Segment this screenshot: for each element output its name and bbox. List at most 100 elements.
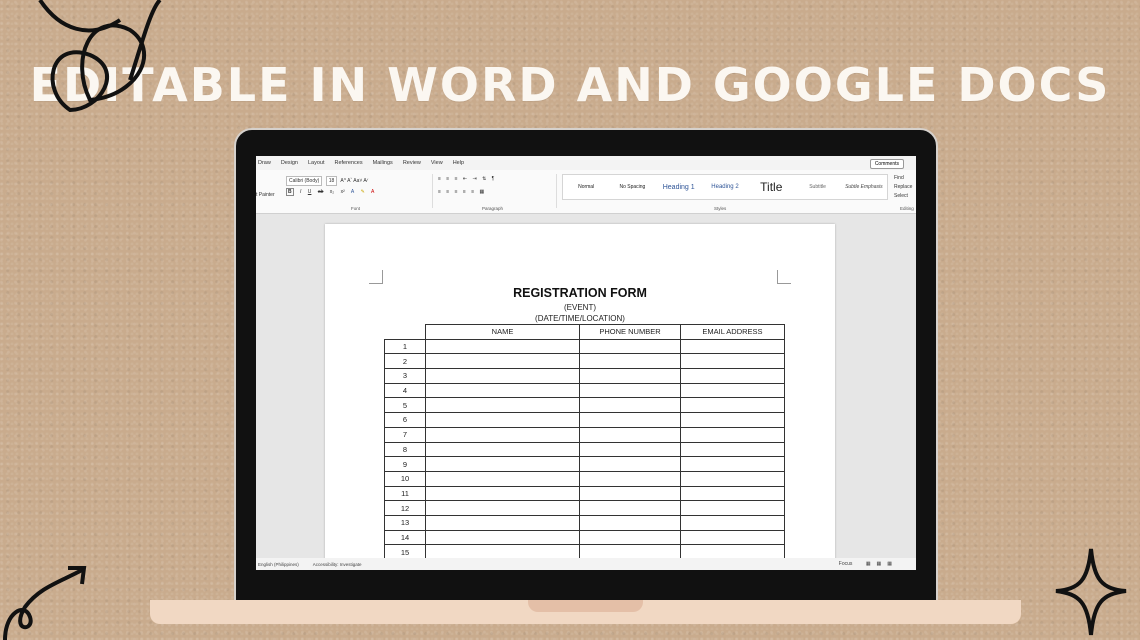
row-number: 7 [384,426,426,443]
name-cell[interactable] [425,456,580,472]
tab-design[interactable]: Design [281,160,298,166]
email-cell[interactable] [680,412,785,428]
name-cell[interactable] [425,514,580,531]
bold-icon[interactable]: B [286,188,294,196]
font-color-icon[interactable]: A [371,189,374,195]
email-cell[interactable] [680,500,785,516]
comments-button[interactable]: Comments [869,159,904,169]
align-icons[interactable]: ≡ ≡ ≡ ≡ ≡ ▦ [438,189,486,195]
find-button[interactable]: Find [894,174,912,183]
font-size-select[interactable]: 18 [325,176,338,186]
phone-cell[interactable] [579,441,681,458]
replace-button[interactable]: Replace [894,183,912,192]
tab-layout[interactable]: Layout [308,160,325,166]
name-cell[interactable] [425,412,580,428]
arrow-doodle-icon [3,566,87,640]
phone-cell[interactable] [579,338,681,355]
table-row: 10 [384,470,785,487]
name-cell[interactable] [425,368,580,384]
row-number: 9 [384,456,426,472]
style-subtitle[interactable]: Subtitle [794,184,840,190]
email-cell[interactable] [680,353,785,370]
document-page[interactable]: REGISTRATION FORM (EVENT) (DATE/TIME/LOC… [325,224,835,564]
row-number: 5 [384,397,426,414]
underline-icon[interactable]: U [308,189,312,195]
name-cell[interactable] [425,529,580,546]
table-row: 9 [384,456,785,472]
row-number: 10 [384,470,426,487]
tab-mailings[interactable]: Mailings [373,160,393,166]
name-cell[interactable] [425,470,580,487]
date-time-location-line: (DATE/TIME/LOCATION) [535,314,625,323]
tab-draw[interactable]: Draw [258,160,271,166]
style-heading-2[interactable]: Heading 2 [702,184,748,190]
row-number: 6 [384,412,426,428]
table-body: 1 2 3 4 5 6 7 8 9 10 11 12 13 14 15 [384,338,785,560]
strikethrough-icon[interactable]: ab [318,189,324,195]
email-cell[interactable] [680,426,785,443]
email-cell[interactable] [680,368,785,384]
phone-cell[interactable] [579,353,681,370]
editing-group: Find Replace Select [894,174,912,201]
tab-help[interactable]: Help [453,160,464,166]
select-button[interactable]: Select [894,192,912,201]
tab-view[interactable]: View [431,160,443,166]
phone-cell[interactable] [579,426,681,443]
phone-cell[interactable] [579,412,681,428]
email-cell[interactable] [680,529,785,546]
email-cell[interactable] [680,485,785,502]
name-cell[interactable] [425,500,580,516]
status-bar: English (Philippines) Accessibility: Inv… [256,558,916,570]
sparkle-doodle-icon [1055,548,1127,636]
bullets-icon[interactable]: ≡ ≡ ≡ ⇤ ⇥ ⇅ ¶ [438,176,496,182]
superscript-icon[interactable]: x² [341,189,345,195]
accessibility-status[interactable]: Accessibility: Investigate [313,562,362,567]
email-cell[interactable] [680,382,785,399]
row-number: 3 [384,368,426,384]
name-cell[interactable] [425,426,580,443]
phone-cell[interactable] [579,456,681,472]
phone-cell[interactable] [579,382,681,399]
tab-review[interactable]: Review [403,160,421,166]
email-cell[interactable] [680,514,785,531]
phone-cell[interactable] [579,470,681,487]
italic-icon[interactable]: I [300,189,301,195]
name-cell[interactable] [425,338,580,355]
language-status[interactable]: English (Philippines) [258,562,299,567]
font-grow-icon[interactable]: A^ Aˇ Aa˅ A∕ [340,178,367,184]
style-no-spacing[interactable]: No Spacing [609,184,655,190]
format-painter-button[interactable]: t Painter [256,192,275,198]
email-cell[interactable] [680,456,785,472]
row-number: 11 [384,485,426,502]
style-subtle-emphasis[interactable]: Subtle Emphasis [841,184,887,190]
name-cell[interactable] [425,485,580,502]
phone-cell[interactable] [579,397,681,414]
phone-cell[interactable] [579,485,681,502]
highlight-icon[interactable]: ✎ [361,189,365,195]
view-mode-icons[interactable]: ▦▦▦ [866,561,898,567]
style-heading-1[interactable]: Heading 1 [656,184,702,191]
row-number: 13 [384,514,426,531]
phone-cell[interactable] [579,514,681,531]
name-cell[interactable] [425,353,580,370]
text-effects-icon[interactable]: A [351,189,354,195]
row-number: 14 [384,529,426,546]
style-normal[interactable]: Normal [563,184,609,190]
email-cell[interactable] [680,470,785,487]
font-name-select[interactable]: Calibri (Body) [286,176,323,186]
phone-cell[interactable] [579,500,681,516]
focus-button[interactable]: Focus [839,561,853,567]
name-cell[interactable] [425,441,580,458]
email-cell[interactable] [680,441,785,458]
subscript-icon[interactable]: x₂ [330,189,334,195]
phone-cell[interactable] [579,368,681,384]
col-phone-header: PHONE NUMBER [579,324,681,340]
tab-references[interactable]: References [334,160,362,166]
style-title[interactable]: Title [748,180,794,194]
name-cell[interactable] [425,397,580,414]
phone-cell[interactable] [579,529,681,546]
email-cell[interactable] [680,397,785,414]
group-editing-label: Editing [900,206,914,211]
email-cell[interactable] [680,338,785,355]
name-cell[interactable] [425,382,580,399]
